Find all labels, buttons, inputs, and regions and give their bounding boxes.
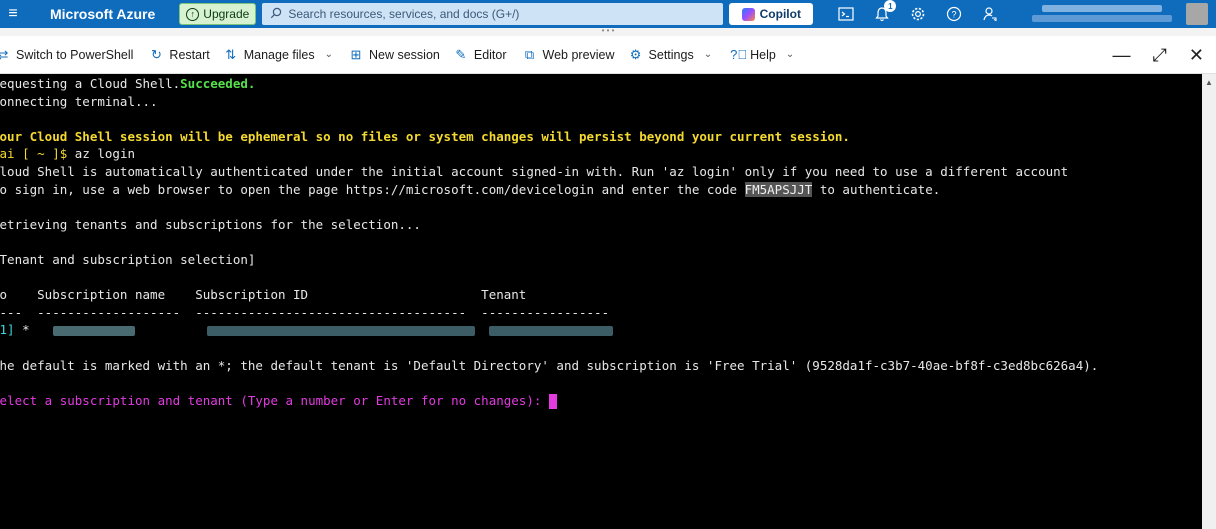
terminal-line: To sign in, use a web browser to open th… [0, 181, 941, 197]
web-preview-button[interactable]: ⧉ Web preview [523, 47, 615, 63]
restart-button[interactable]: ↻ Restart [149, 46, 210, 63]
notification-badge: 1 [884, 0, 897, 12]
avatar[interactable] [1186, 3, 1208, 25]
terminal-line: The default is marked with an *; the def… [0, 357, 1099, 373]
account-name-redacted [1042, 5, 1162, 12]
search-placeholder: Search resources, services, and docs (G+… [288, 7, 520, 21]
manage-files-button[interactable]: ⇅ Manage files ⌄ [224, 47, 333, 63]
maximize-icon[interactable]: ⤢ [1153, 45, 1167, 66]
arrow-up-icon: ↑ [186, 7, 200, 21]
gear-icon: ⚙ [629, 46, 642, 62]
new-session-icon: ⊞ [350, 46, 362, 62]
cloud-shell-icon[interactable] [835, 3, 857, 25]
selection-prompt[interactable]: Select a subscription and tenant (Type a… [0, 392, 1202, 410]
manage-files-label: Manage files [243, 47, 315, 62]
upload-download-icon: ⇅ [225, 46, 237, 62]
restart-label: Restart [169, 47, 210, 62]
upgrade-button[interactable]: ↑ Upgrade [179, 3, 257, 25]
bell-icon[interactable]: 1 [871, 0, 897, 25]
web-preview-label: Web preview [542, 47, 615, 62]
switch-to-powershell-button[interactable]: ⇄ Switch to PowerShell [0, 47, 133, 63]
editor-button[interactable]: ✎ Editor [454, 46, 507, 63]
copilot-button[interactable]: Copilot [729, 3, 814, 25]
upgrade-label: Upgrade [203, 7, 250, 21]
switch-label: Switch to PowerShell [16, 47, 134, 62]
table-header: No Subscription name Subscription ID Ten… [0, 287, 527, 303]
help-icon: ?⃝ [730, 47, 748, 62]
close-icon[interactable]: ✕ [1189, 45, 1204, 66]
settings-label: Settings [648, 47, 694, 62]
chevron-down-icon: ⌄ [324, 49, 333, 60]
table-row: [1] * [0, 321, 1202, 339]
editor-label: Editor [473, 47, 507, 62]
subscription-name-redacted [52, 325, 135, 336]
terminal-scrollbar[interactable] [1202, 74, 1216, 529]
help-button[interactable]: ?⃝ Help ⌄ [730, 47, 794, 62]
terminal-line: Your Cloud Shell session will be ephemer… [0, 128, 850, 144]
search-input[interactable]: Search resources, services, and docs (G+… [262, 3, 724, 25]
new-session-label: New session [368, 47, 440, 62]
table-separator: ---- ------------------- ---------------… [0, 304, 610, 320]
tenant-redacted [488, 325, 613, 336]
copilot-icon [741, 7, 755, 21]
terminal-line: Retrieving tenants and subscriptions for… [0, 216, 421, 232]
switch-icon: ⇄ [0, 46, 9, 62]
device-code: FM5APSJJT [744, 181, 813, 197]
cloud-shell-toolbar: ⇄ Switch to PowerShell ↻ Restart ⇅ Manag… [0, 36, 1216, 74]
account-directory-redacted [1032, 15, 1172, 22]
settings-button[interactable]: ⚙ Settings ⌄ [629, 46, 713, 63]
restart-icon: ↻ [150, 46, 162, 62]
account-info[interactable] [1032, 3, 1180, 25]
menu-icon[interactable]: ≡ [0, 0, 26, 28]
svg-text:?: ? [952, 10, 957, 20]
scroll-up-icon[interactable]: ▲ [1205, 78, 1213, 87]
help-label: Help [750, 47, 776, 62]
minimize-icon[interactable]: — [1113, 45, 1131, 66]
azure-top-bar: ≡ Microsoft Azure ↑ Upgrade Search resou… [0, 0, 1216, 28]
feedback-icon[interactable] [979, 3, 1001, 25]
new-session-button[interactable]: ⊞ New session [349, 47, 440, 63]
help-icon[interactable]: ? [943, 3, 965, 25]
terminal-line: Requesting a Cloud Shell.Succeeded. [0, 76, 256, 91]
pencil-icon: ✎ [455, 46, 467, 62]
brand-title[interactable]: Microsoft Azure [50, 6, 155, 22]
terminal-line: Connecting terminal... [0, 93, 158, 109]
terminal-output[interactable]: Requesting a Cloud Shell.Succeeded. Conn… [0, 74, 1202, 529]
web-preview-icon: ⧉ [524, 46, 535, 62]
chevron-down-icon: ⌄ [703, 49, 713, 60]
chevron-down-icon: ⌄ [785, 49, 795, 60]
terminal-line: [Tenant and subscription selection] [0, 251, 256, 267]
subscription-id-redacted [206, 325, 475, 336]
gear-icon[interactable] [907, 3, 929, 25]
terminal-prompt-line: cai [ ~ ]$ az login [0, 146, 135, 162]
copilot-label: Copilot [759, 7, 801, 21]
terminal-cursor [548, 393, 557, 409]
search-icon [270, 7, 282, 22]
terminal-line: Cloud Shell is automatically authenticat… [0, 163, 1069, 179]
resize-handle[interactable]: • • • [0, 27, 1216, 36]
